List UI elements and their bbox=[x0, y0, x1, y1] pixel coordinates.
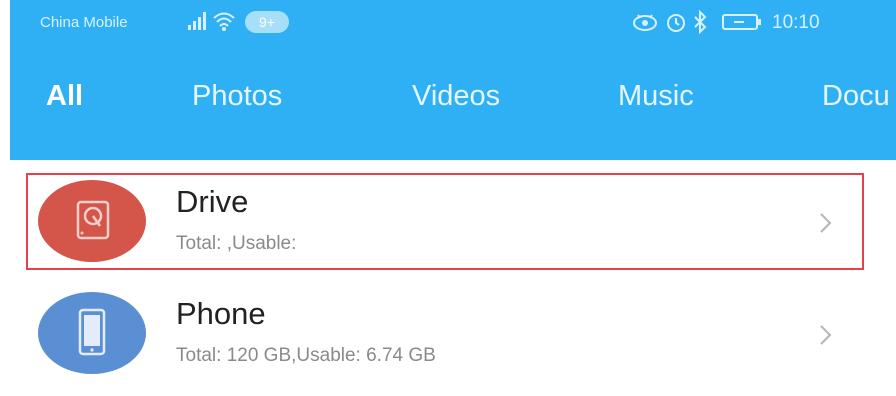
selection-highlight bbox=[26, 173, 864, 270]
tab-documents[interactable]: Docu bbox=[822, 80, 890, 113]
notification-badge: 9+ bbox=[245, 11, 289, 33]
tab-videos[interactable]: Videos bbox=[412, 80, 500, 113]
wifi-icon bbox=[213, 12, 235, 31]
eye-icon bbox=[633, 14, 657, 31]
storage-details: Total: ,Usable: bbox=[176, 233, 297, 254]
storage-item-phone[interactable]: Phone Total: 120 GB,Usable: 6.74 GB bbox=[10, 284, 896, 396]
chevron-right-icon bbox=[820, 213, 832, 233]
storage-name: Phone bbox=[176, 296, 266, 331]
status-bar: China Mobile 9+ 10:10 bbox=[10, 0, 896, 44]
category-tabs: All Photos Videos Music Docu bbox=[10, 80, 896, 136]
bluetooth-icon bbox=[694, 10, 707, 34]
tab-music[interactable]: Music bbox=[618, 80, 694, 113]
phone-icon bbox=[38, 292, 146, 374]
alarm-icon bbox=[667, 14, 685, 32]
carrier-name: China Mobile bbox=[40, 14, 128, 31]
tab-all[interactable]: All bbox=[46, 80, 83, 113]
tab-photos[interactable]: Photos bbox=[192, 80, 282, 113]
storage-item-drive[interactable]: Drive Total: ,Usable: bbox=[10, 172, 896, 284]
signal-icon bbox=[188, 12, 206, 30]
status-time: 10:10 bbox=[772, 12, 820, 33]
chevron-right-icon bbox=[820, 325, 832, 345]
hard-drive-icon bbox=[38, 180, 146, 262]
battery-icon bbox=[722, 14, 761, 30]
storage-name: Drive bbox=[176, 184, 249, 219]
storage-details: Total: 120 GB,Usable: 6.74 GB bbox=[176, 345, 436, 366]
app-header: China Mobile 9+ 10:10 All Photos Videos … bbox=[10, 0, 896, 160]
